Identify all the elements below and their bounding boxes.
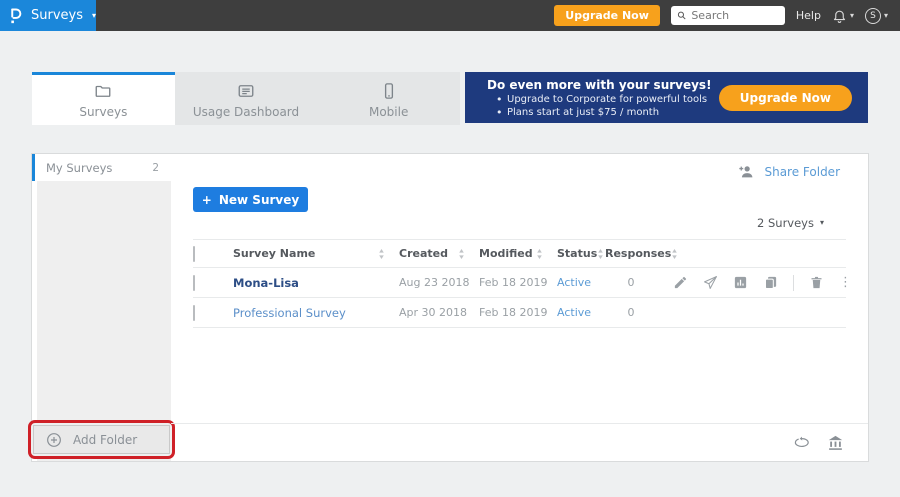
search-icon [677,10,686,21]
sort-icon[interactable] [458,249,465,259]
topbar: Surveys ▾ Upgrade Now Help ▾ S ▾ [0,0,900,31]
folder-count-badge: 2 [152,162,159,174]
status-link[interactable]: Active [557,306,605,319]
delete-trash-icon[interactable] [809,275,824,290]
app-logo-icon [9,6,22,26]
created-date: Aug 23 2018 [399,276,479,289]
bell-icon [832,8,847,23]
promo-banner-bullet: Plans start at just $75 / month [487,107,712,118]
created-date: Apr 30 2018 [399,306,479,319]
copy-icon[interactable] [763,275,778,290]
send-plane-icon[interactable] [703,275,718,290]
header-checkbox-cell [193,247,233,261]
chevron-down-icon: ▾ [884,12,888,20]
column-header-modified[interactable]: Modified [479,247,557,260]
survey-name-link[interactable]: Professional Survey [233,306,399,320]
tab-usage-dashboard[interactable]: Usage Dashboard [175,72,318,125]
annotation-highlight: Add Folder [28,420,175,459]
survey-count-label: 2 Surveys [757,216,814,230]
plus-circle-icon [46,432,62,448]
help-link[interactable]: Help [796,9,821,22]
topbar-right: Upgrade Now Help ▾ S ▾ [554,5,900,26]
column-header-responses[interactable]: Responses [605,247,673,260]
status-link[interactable]: Active [557,276,605,289]
survey-bank-icon[interactable] [827,435,844,451]
footer-divider [171,423,868,424]
person-plus-icon [738,164,755,179]
row-actions: ⋮ [673,275,854,291]
responses-count: 0 [605,306,657,319]
new-survey-button[interactable]: + New Survey [193,187,308,212]
tab-mobile[interactable]: Mobile [317,72,460,125]
search-box[interactable] [671,6,785,25]
column-header-created[interactable]: Created [399,247,479,260]
sort-icon[interactable] [597,249,604,259]
sidebar-item-my-surveys[interactable]: My Surveys 2 [32,154,171,181]
chevron-down-icon: ▾ [820,219,824,227]
plus-icon: + [202,193,212,207]
responses-count: 0 [605,276,657,289]
folder-icon [94,82,112,100]
notifications-menu[interactable]: ▾ [832,8,854,23]
banner-upgrade-button[interactable]: Upgrade Now [719,85,852,111]
tab-label: Mobile [369,105,408,119]
sort-icon[interactable] [671,249,678,259]
row-checkbox[interactable] [193,305,195,321]
surveys-table: Survey Name Created Modified Status Resp… [193,239,846,328]
chevron-down-icon: ▾ [92,12,96,20]
surveys-page: { "topbar": { "logo_letter": "P", "produ… [0,0,900,497]
new-survey-label: New Survey [219,193,299,207]
search-input[interactable] [691,9,779,22]
share-folder-button[interactable]: Share Folder [738,164,840,179]
table-header-row: Survey Name Created Modified Status Resp… [193,239,846,268]
modified-date: Feb 18 2019 [479,276,557,289]
survey-name-link[interactable]: Mona-Lisa [233,276,399,290]
report-chart-icon[interactable] [733,275,748,290]
share-folder-label: Share Folder [764,165,840,179]
folder-label: My Surveys [46,161,112,175]
surveys-panel: My Surveys 2 Add Folder Share Folder + [31,153,869,462]
tab-label: Usage Dashboard [193,105,299,119]
actions-divider [793,275,794,291]
sort-icon[interactable] [536,249,543,259]
add-folder-label: Add Folder [73,433,137,447]
add-folder-button[interactable]: Add Folder [33,425,170,454]
select-all-checkbox[interactable] [193,246,195,262]
folders-sidebar: My Surveys 2 Add Folder [32,154,171,461]
dashboard-icon [237,82,255,100]
table-row: Mona-Lisa Aug 23 2018 Feb 18 2019 Active… [193,268,846,298]
restore-loop-icon[interactable] [793,435,810,451]
tab-surveys[interactable]: Surveys [32,72,175,125]
row-checkbox[interactable] [193,275,195,291]
promo-banner: Do even more with your surveys! Upgrade … [465,72,868,123]
promo-banner-text: Do even more with your surveys! Upgrade … [487,78,712,118]
product-menu-label: Surveys [31,8,83,23]
table-row: Professional Survey Apr 30 2018 Feb 18 2… [193,298,846,328]
more-options-icon[interactable]: ⋮ [839,276,852,289]
mobile-icon [380,82,398,100]
chevron-down-icon: ▾ [850,12,854,20]
tabstrip: Surveys Usage Dashboard Mobile [32,72,460,125]
upgrade-now-button[interactable]: Upgrade Now [554,5,660,26]
product-menu[interactable]: Surveys ▾ [0,0,96,31]
edit-pencil-icon[interactable] [673,275,688,290]
survey-list-main: Share Folder + New Survey 2 Surveys ▾ Su… [171,154,868,461]
avatar: S [865,8,881,24]
survey-count-dropdown[interactable]: 2 Surveys ▾ [757,216,824,230]
tab-label: Surveys [79,105,127,119]
promo-banner-title: Do even more with your surveys! [487,78,712,92]
modified-date: Feb 18 2019 [479,306,557,319]
folder-list-area [37,181,171,461]
sort-icon[interactable] [378,249,385,259]
footer-icons [793,435,844,451]
column-header-status[interactable]: Status [557,247,605,260]
column-header-survey-name[interactable]: Survey Name [233,247,399,260]
account-menu[interactable]: S ▾ [865,8,888,24]
promo-banner-bullet: Upgrade to Corporate for powerful tools [487,94,712,105]
